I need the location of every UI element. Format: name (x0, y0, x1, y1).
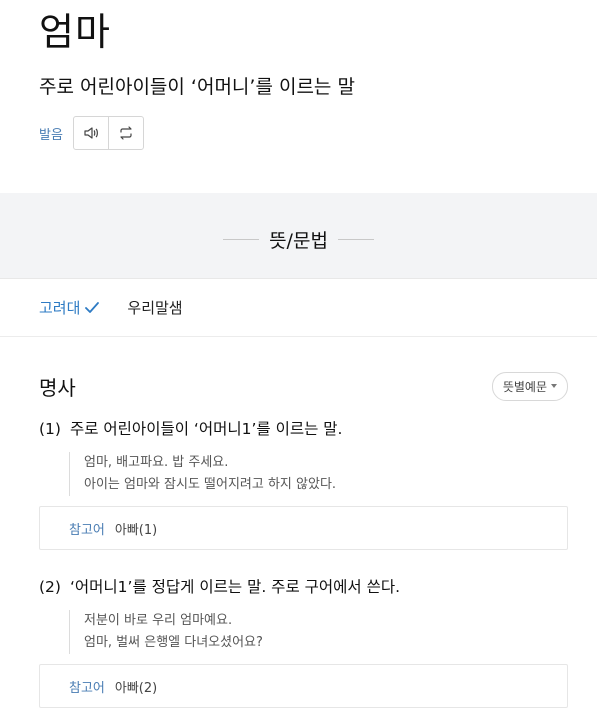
sense-definition: (2) ‘어머니1’를 정답게 이르는 말. 주로 구어에서 쓴다. (39, 574, 568, 600)
tab-label: 우리말샘 (127, 299, 183, 317)
caret-down-icon (551, 384, 557, 388)
part-of-speech: 명사 (39, 375, 76, 400)
sense-text: ‘어머니1’를 정답게 이르는 말. 주로 구어에서 쓴다. (69, 578, 401, 596)
sense-number: (2) (39, 578, 61, 596)
example-list: 저분이 바로 우리 엄마예요. 엄마, 벌써 은행엘 다녀오셨어요? (69, 610, 568, 654)
example-sentence: 아이는 엄마와 잠시도 떨어지려고 하지 않았다. (84, 477, 337, 492)
speaker-icon (84, 127, 98, 139)
reference-link[interactable]: 아빠(1) (115, 519, 157, 538)
summary-definition: 주로 어린아이들이 ‘어머니’를 이르는 말 (39, 76, 355, 98)
pronunciation-label: 발음 (39, 127, 63, 143)
tab-label: 고려대 (39, 299, 81, 317)
section-title-text: 뜻/문법 (269, 230, 328, 252)
example-filter-button[interactable]: 뜻별예문 (491, 371, 568, 401)
divider (223, 239, 260, 240)
dictionary-tabs: 고려대 우리말샘 (0, 279, 597, 337)
sense-definition: (1) 주로 어린아이들이 ‘어머니1’를 이르는 말. (39, 416, 568, 442)
example-sentence: 엄마, 배고파요. 밥 주세요. (84, 455, 229, 470)
tab-urimalsaem[interactable]: 우리말샘 (127, 297, 182, 318)
reference-box: 참고어 아빠(2) (39, 664, 568, 708)
reference-link[interactable]: 아빠(2) (115, 677, 157, 696)
check-icon (85, 301, 100, 313)
part-of-speech-row: 명사 뜻별예문 (39, 362, 568, 410)
reference-label: 참고어 (69, 680, 105, 696)
example-sentence: 엄마, 벌써 은행엘 다녀오셨어요? (84, 635, 263, 650)
meaning-section-header: 뜻/문법 (0, 193, 597, 279)
sense-text: 주로 어린아이들이 ‘어머니1’를 이르는 말. (69, 420, 343, 438)
section-title: 뜻/문법 (213, 218, 384, 253)
pronunciation-buttons (72, 116, 144, 150)
example-filter-label: 뜻별예문 (502, 379, 547, 394)
divider (337, 239, 374, 240)
repeat-pronunciation-button[interactable] (107, 117, 143, 149)
headword: 엄마 (39, 10, 111, 54)
sense-number: (1) (39, 420, 61, 438)
example-list: 엄마, 배고파요. 밥 주세요. 아이는 엄마와 잠시도 떨어지려고 하지 않았… (69, 452, 568, 496)
meaning-content: 명사 뜻별예문 (1) 주로 어린아이들이 ‘어머니1’를 이르는 말. 엄마, … (0, 362, 597, 708)
example-sentence: 저분이 바로 우리 엄마예요. (84, 613, 233, 628)
pronunciation-row: 발음 (39, 116, 597, 150)
sense-item: (1) 주로 어린아이들이 ‘어머니1’를 이르는 말. 엄마, 배고파요. 밥 … (39, 416, 568, 550)
tab-korea-univ[interactable]: 고려대 (39, 297, 100, 318)
entry-header: 엄마 주로 어린아이들이 ‘어머니’를 이르는 말 발음 (0, 0, 597, 193)
repeat-icon (120, 126, 132, 140)
play-pronunciation-button[interactable] (74, 117, 108, 149)
reference-label: 참고어 (69, 522, 105, 538)
sense-item: (2) ‘어머니1’를 정답게 이르는 말. 주로 구어에서 쓴다. 저분이 바로… (39, 574, 568, 708)
reference-box: 참고어 아빠(1) (39, 506, 568, 550)
